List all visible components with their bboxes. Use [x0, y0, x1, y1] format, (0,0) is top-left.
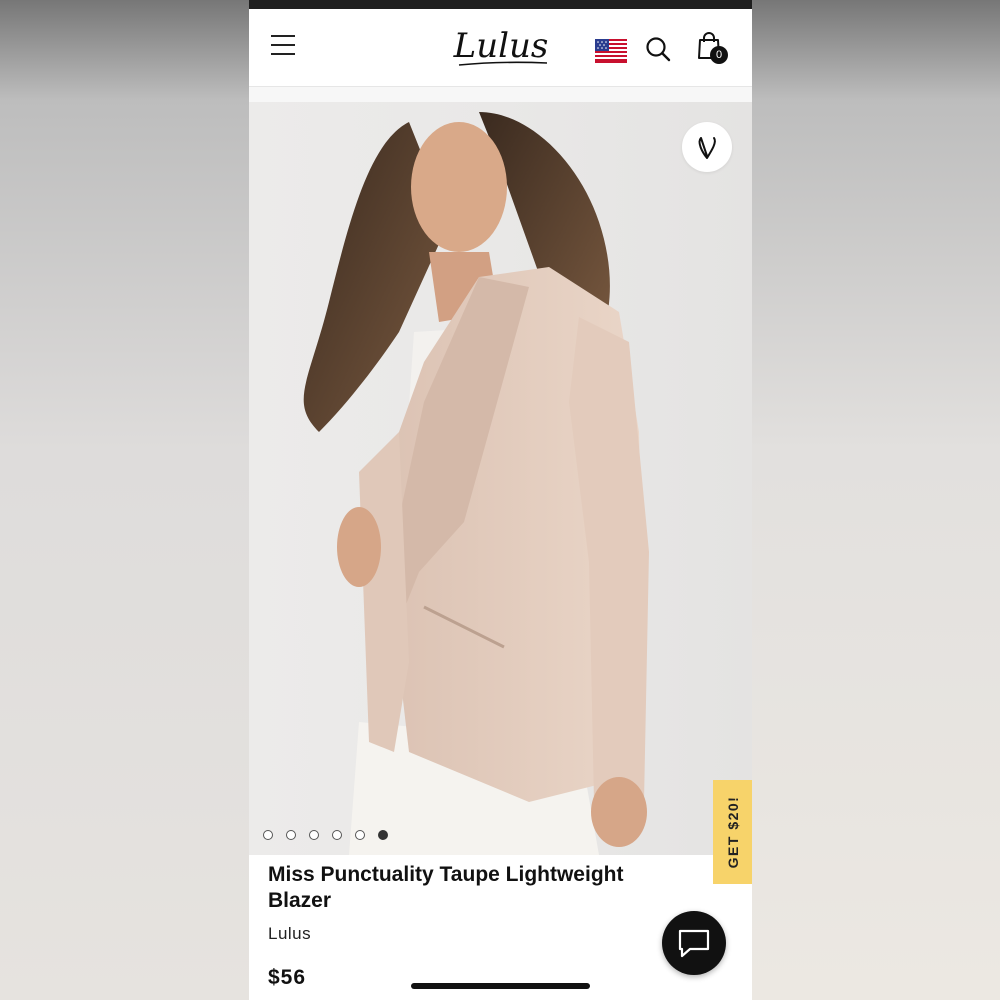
product-photo — [303, 112, 649, 855]
home-indicator — [411, 983, 590, 989]
product-title: Miss Punctuality Taupe Lightweight Blaze… — [268, 863, 624, 912]
cart-button[interactable]: 0 — [697, 32, 733, 66]
gallery-dot[interactable] — [355, 830, 365, 840]
site-header: Lulus 0 — [249, 9, 752, 87]
gallery-dot[interactable] — [263, 830, 273, 840]
menu-icon-line — [271, 53, 295, 55]
menu-icon-line — [271, 35, 295, 37]
search-icon[interactable] — [645, 36, 671, 62]
lulus-logo[interactable]: Lulus — [449, 23, 553, 71]
background-left — [0, 0, 249, 1000]
menu-icon-line — [271, 44, 295, 46]
header-divider — [249, 87, 752, 102]
promo-tab-label: GET $20! — [724, 795, 741, 869]
logo-text: Lulus — [453, 26, 549, 66]
chat-bubble-icon — [678, 929, 710, 958]
phone-screen: Lulus 0 Miss Punctuality Taupe Lightweig… — [249, 0, 752, 1000]
get-20-promo-tab[interactable]: GET $20! — [713, 780, 752, 884]
product-price: $56 — [268, 966, 307, 989]
favorite-button[interactable] — [682, 122, 732, 172]
gallery-pagination — [263, 830, 388, 842]
background-right — [752, 0, 1000, 1000]
cart-count-badge: 0 — [710, 46, 728, 64]
chat-button[interactable] — [662, 911, 726, 975]
gallery-dot[interactable] — [309, 830, 319, 840]
heart-icon — [698, 137, 716, 159]
gallery-dot[interactable] — [332, 830, 342, 840]
gallery-dot-active[interactable] — [378, 830, 388, 840]
gallery-dot[interactable] — [286, 830, 296, 840]
status-bar — [249, 0, 752, 9]
menu-button[interactable] — [271, 35, 299, 59]
product-image-gallery[interactable] — [249, 102, 752, 855]
product-brand[interactable]: Lulus — [268, 924, 311, 944]
us-flag-icon[interactable] — [595, 39, 627, 63]
